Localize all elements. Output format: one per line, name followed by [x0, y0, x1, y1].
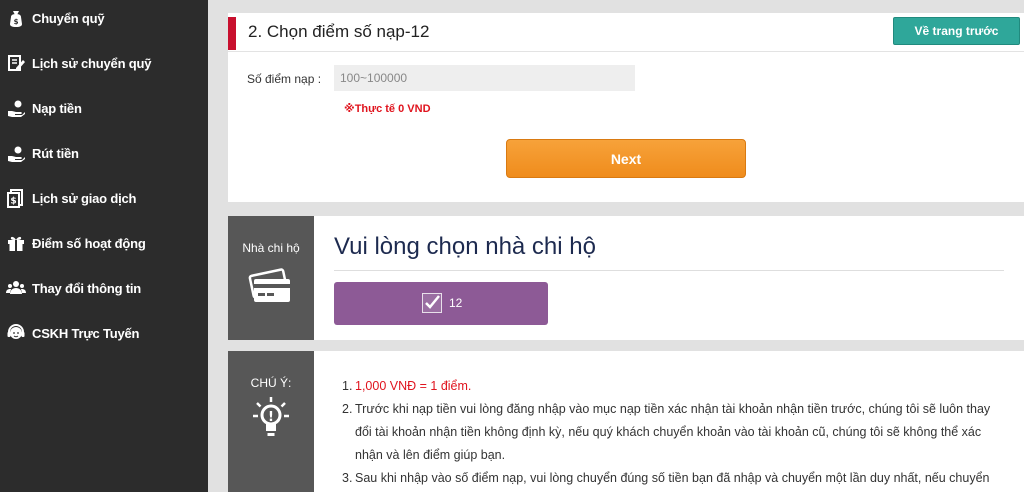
note-text: Trước khi nạp tiền vui lòng đăng nhập và… [355, 402, 991, 462]
sidebar-item-nap-tien[interactable]: Nạp tiền [0, 88, 208, 128]
step-header: 2. Chọn điểm số nạp-12 Về trang trước [228, 13, 1024, 52]
actual-amount-note: ※Thực tế 0 VND [344, 103, 431, 115]
list-item: 3. Sau khi nhập vào số điểm nạp, vui lòn… [342, 471, 990, 485]
agent-option-card[interactable]: 12 [334, 282, 548, 325]
amount-label: Số điểm nạp : [247, 72, 322, 86]
sidebar-item-label: Chuyển quỹ [32, 10, 105, 26]
agent-option-number: 12 [449, 296, 463, 310]
hand-coin-icon [5, 142, 27, 164]
next-button[interactable]: Next [506, 139, 746, 178]
svg-text:!: ! [268, 410, 274, 425]
sidebar-item-label: Rút tiền [32, 145, 79, 161]
note-text: 1,000 VNĐ = 1 điểm. [355, 379, 472, 393]
sidebar-item-label: Lịch sử giao dịch [32, 190, 137, 206]
page-title: 2. Chọn điểm số nạp-12 [248, 22, 430, 41]
back-button[interactable]: Về trang trước [893, 17, 1020, 45]
sidebar-item-label: Nạp tiền [32, 100, 82, 116]
users-icon [5, 277, 27, 299]
lightbulb-icon: ! [251, 395, 291, 446]
credit-card-icon [246, 266, 296, 311]
sidebar-item-label: CSKH Trực Tuyến [32, 325, 140, 341]
agent-panel: Vui lòng chọn nhà chi hộ 12 [314, 216, 1024, 340]
note-text: Sau khi nhập vào số điểm nạp, vui lòng c… [355, 471, 990, 485]
agent-side-label: Nhà chi hộ [242, 241, 300, 255]
list-item: 1. 1,000 VNĐ = 1 điểm. [342, 379, 472, 393]
sidebar-item-label: Điểm số hoạt động [32, 235, 146, 251]
support-headset-icon [5, 322, 27, 344]
sidebar-item-rut-tien[interactable]: Rút tiền [0, 133, 208, 173]
sidebar: $ Chuyển quỹ Lịch sử chuyển quỹ Nạp tiền… [0, 0, 208, 492]
deposit-step-panel: 2. Chọn điểm số nạp-12 Về trang trước Số… [228, 13, 1024, 202]
sidebar-item-lich-su-chuyen-quy[interactable]: Lịch sử chuyển quỹ [0, 43, 208, 83]
sidebar-item-chuyen-quy[interactable]: $ Chuyển quỹ [0, 0, 208, 38]
notes-side-label: CHÚ Ý: [250, 376, 292, 390]
checkbox-checked-icon[interactable] [422, 293, 442, 313]
hand-coin-icon [5, 97, 27, 119]
notes-side-panel: CHÚ Ý: ! [228, 351, 314, 492]
agent-side-panel: Nhà chi hộ [228, 216, 314, 340]
edit-note-icon [5, 52, 27, 74]
sidebar-item-label: Thay đổi thông tin [32, 280, 142, 296]
sidebar-item-cskh-truc-tuyen[interactable]: CSKH Trực Tuyến [0, 313, 208, 353]
svg-text:$: $ [10, 197, 16, 207]
sidebar-item-label: Lịch sử chuyển quỹ [32, 55, 152, 71]
list-item: 2. Trước khi nạp tiền vui lòng đăng nhập… [342, 402, 991, 462]
header-accent-bar [228, 17, 236, 50]
money-bag-icon: $ [5, 7, 27, 29]
svg-text:$: $ [14, 18, 19, 26]
notes-list: 1. 1,000 VNĐ = 1 điểm. 2. Trước khi nạp … [342, 375, 1002, 490]
sidebar-item-diem-so-hoat-dong[interactable]: Điểm số hoạt động [0, 223, 208, 263]
divider [334, 270, 1004, 271]
gift-icon [5, 232, 27, 254]
agent-section-title: Vui lòng chọn nhà chi hộ [334, 233, 596, 260]
receipt-icon: $ [5, 187, 27, 209]
sidebar-item-thay-doi-thong-tin[interactable]: Thay đổi thông tin [0, 268, 208, 308]
sidebar-item-lich-su-giao-dich[interactable]: $ Lịch sử giao dịch [0, 178, 208, 218]
notes-panel: 1. 1,000 VNĐ = 1 điểm. 2. Trước khi nạp … [314, 351, 1024, 492]
amount-input[interactable] [334, 65, 635, 91]
